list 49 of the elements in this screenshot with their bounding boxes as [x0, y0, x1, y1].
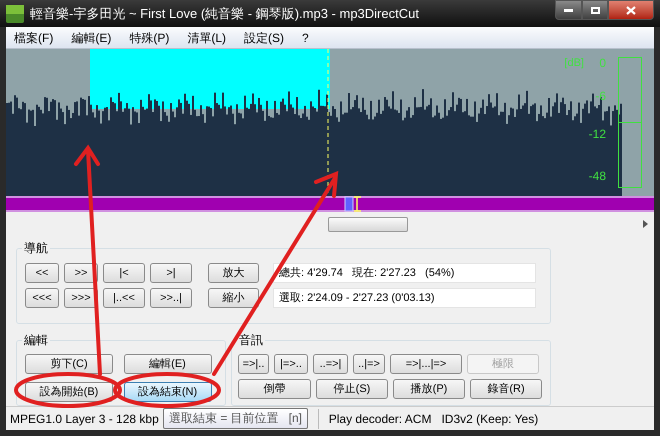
button[interactable]: 設為結束(N)	[124, 382, 212, 402]
scrollbar-thumb[interactable]	[328, 216, 408, 232]
button[interactable]: =>|...|=>	[390, 354, 462, 374]
button[interactable]: ..|=>	[353, 354, 385, 374]
window-title: 輕音樂-宇多田光 ~ First Love (純音樂 - 鋼琴版).mp3 - mp3DirectCut	[30, 4, 420, 23]
button[interactable]: |..<<	[103, 288, 145, 308]
button[interactable]: 放大	[208, 263, 259, 283]
group-title: 導航	[22, 240, 50, 256]
button[interactable]: =>|..	[238, 354, 269, 374]
scroll-right-icon[interactable]	[643, 220, 648, 228]
group-title: 音訊	[237, 332, 265, 348]
app-icon	[6, 4, 24, 22]
close-icon	[626, 6, 636, 14]
info-field: 選取: 2'24.09 - 2'27.23 (0'03.13)	[273, 288, 536, 308]
button[interactable]: 編輯(E)	[124, 354, 212, 374]
close-button[interactable]	[608, 0, 654, 20]
button[interactable]: 停止(S)	[316, 379, 388, 399]
menu-item[interactable]: 設定(S)	[244, 28, 284, 46]
button[interactable]: ..=>|	[313, 354, 348, 374]
button[interactable]: 錄音(R)	[470, 379, 542, 399]
minimize-button[interactable]	[555, 0, 582, 20]
meter-unit: [dB]	[564, 56, 584, 71]
maximize-button[interactable]	[582, 0, 608, 20]
marker-icon	[344, 196, 362, 212]
button[interactable]: <<<	[25, 288, 59, 308]
menu-item[interactable]: 特殊(P)	[129, 28, 170, 46]
group-title: 編輯	[22, 332, 50, 348]
menu-item[interactable]: 檔案(F)	[14, 28, 54, 46]
meter-label: -12	[588, 126, 606, 143]
button[interactable]: 倒帶	[238, 379, 311, 399]
meter-label: 0	[599, 55, 606, 72]
tooltip: 選取結束 = 目前位置 [n]	[163, 408, 308, 429]
button[interactable]: 縮小	[208, 288, 259, 308]
status-text: MPEG1.0 Layer 3 - 128 kbp	[10, 410, 159, 428]
button[interactable]: 設為開始(B)	[25, 382, 113, 402]
button[interactable]: <<	[25, 263, 59, 283]
info-field: 總共: 4'29.74 現在: 2'27.23 (54%)	[273, 263, 536, 283]
status-text: Play decoder: ACM ID3v2 (Keep: Yes)	[328, 410, 538, 428]
meter-label: -6	[595, 88, 606, 105]
button[interactable]: |=>..	[274, 354, 308, 374]
menu-item[interactable]: 編輯(E)	[71, 28, 112, 46]
menu-item[interactable]: 清單(L)	[187, 28, 226, 46]
button[interactable]: 剪下(C)	[25, 354, 113, 374]
button[interactable]: >>..|	[150, 288, 192, 308]
button[interactable]: |<	[103, 263, 145, 283]
button[interactable]: >|	[150, 263, 192, 283]
button[interactable]: 播放(P)	[393, 379, 465, 399]
meter-label: -48	[588, 168, 606, 185]
menu-item[interactable]: ?	[302, 28, 309, 46]
